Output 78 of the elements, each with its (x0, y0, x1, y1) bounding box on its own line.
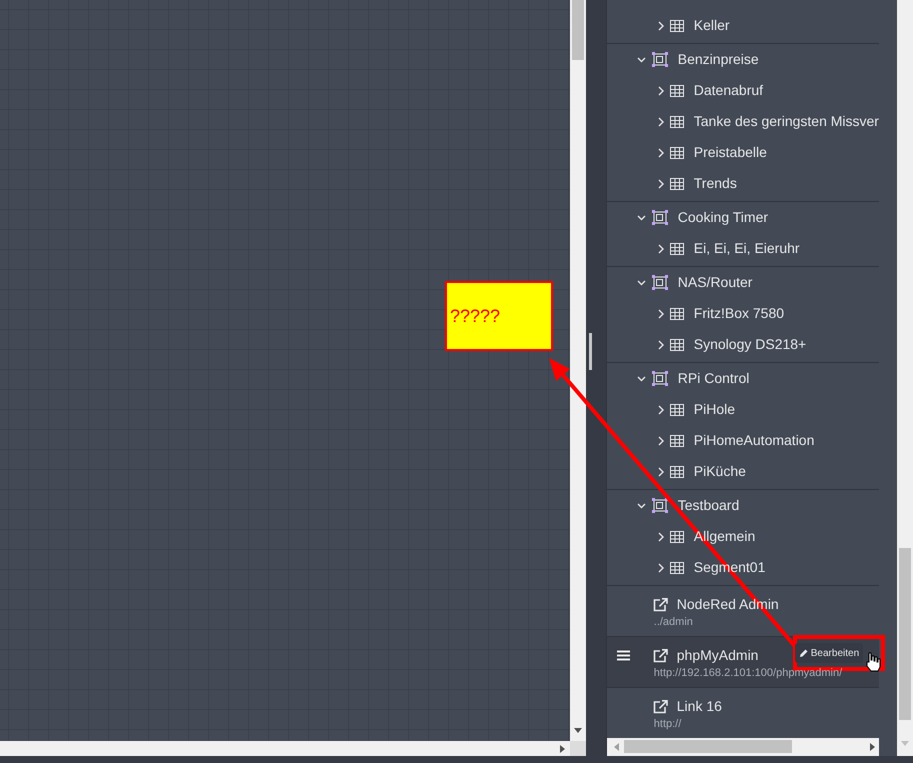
chevron-down-icon[interactable] (636, 280, 646, 286)
link-title[interactable]: phpMyAdmin (676, 645, 758, 666)
link-url: http://192.168.2.101:100/phpmyadmin/ (654, 666, 842, 681)
horizontal-scrollbar[interactable] (0, 741, 586, 756)
layers-icon (652, 371, 668, 386)
item-label[interactable]: Trends (694, 173, 737, 194)
table-icon (670, 466, 684, 478)
chevron-right-icon[interactable] (658, 436, 664, 446)
item-label[interactable]: PiKüche (694, 461, 746, 482)
scroll-corner (570, 741, 586, 756)
group-label[interactable]: Cooking Timer (678, 207, 768, 228)
horizontal-scrollbar[interactable] (606, 738, 879, 756)
group-label[interactable]: RPi Control (678, 368, 750, 389)
chevron-right-icon[interactable] (658, 148, 664, 158)
item-label[interactable]: PiHole (694, 399, 736, 420)
vertical-scrollbar[interactable] (897, 0, 913, 756)
layers-icon (652, 210, 668, 225)
table-icon (670, 242, 684, 254)
table-icon (670, 178, 684, 190)
table-icon (670, 146, 684, 158)
table-icon (670, 530, 684, 542)
external-link-icon (652, 648, 668, 662)
item-label[interactable]: Ei, Ei, Ei, Eieruhr (694, 238, 800, 259)
group-label[interactable]: Benzinpreise (678, 49, 759, 70)
scroll-thumb[interactable] (624, 740, 792, 753)
item-label[interactable]: Synology DS218+ (694, 334, 806, 355)
drag-handle-icon[interactable] (616, 650, 630, 661)
chevron-right-icon[interactable] (658, 178, 664, 188)
scroll-down-icon[interactable] (574, 728, 582, 733)
scroll-thumb[interactable] (572, 0, 584, 60)
table-icon (670, 116, 684, 128)
edit-button[interactable]: Bearbeiten (794, 643, 864, 663)
item-label[interactable]: Tanke des geringsten Missver (694, 111, 879, 132)
table-icon (670, 404, 684, 416)
hand-cursor-icon (866, 652, 880, 672)
chevron-right-icon[interactable] (658, 532, 664, 542)
chevron-right-icon[interactable] (658, 404, 664, 414)
link-row[interactable]: phpMyAdmin Bearbeiten http://192.168.2.101:100/phpmyadmin/ (606, 636, 879, 687)
link-url: http:// (654, 717, 682, 732)
chevron-down-icon[interactable] (636, 502, 646, 508)
splitter-handle[interactable] (589, 333, 592, 370)
layers-icon (652, 52, 668, 67)
table-icon (670, 84, 684, 96)
table-icon (670, 338, 684, 350)
chevron-right-icon[interactable] (658, 20, 664, 30)
chevron-right-icon[interactable] (658, 86, 664, 96)
scroll-right-icon[interactable] (560, 745, 565, 753)
item-label[interactable]: Fritz!Box 7580 (694, 303, 784, 324)
chevron-right-icon[interactable] (658, 116, 664, 126)
group-label[interactable]: NAS/Router (678, 272, 752, 293)
chevron-right-icon[interactable] (658, 466, 664, 476)
external-link-icon (652, 598, 668, 612)
scroll-right-icon[interactable] (870, 743, 875, 751)
link-url: ../admin (654, 615, 693, 630)
link-title[interactable]: Link 16 (676, 696, 722, 717)
chevron-right-icon[interactable] (658, 244, 664, 254)
item-label[interactable]: PiHomeAutomation (694, 430, 814, 451)
item-label[interactable]: Datenabruf (694, 80, 764, 101)
chevron-down-icon[interactable] (636, 376, 646, 382)
group-label[interactable]: Testboard (678, 495, 740, 516)
layers-icon (652, 498, 668, 513)
pencil-icon (798, 648, 808, 658)
layers-icon (652, 275, 668, 290)
table-icon (670, 308, 684, 320)
item-label[interactable]: Keller (694, 15, 730, 36)
chevron-right-icon[interactable] (658, 340, 664, 350)
table-icon (670, 20, 684, 32)
table-icon (670, 434, 684, 446)
external-link-icon (652, 700, 668, 714)
table-icon (670, 562, 684, 574)
chevron-down-icon[interactable] (636, 56, 646, 62)
item-label[interactable]: Preistabelle (694, 142, 767, 163)
chevron-right-icon[interactable] (658, 308, 664, 318)
scroll-thumb[interactable] (899, 548, 912, 720)
chevron-down-icon[interactable] (636, 214, 646, 220)
chevron-right-icon[interactable] (658, 562, 664, 572)
vertical-scrollbar[interactable] (570, 0, 586, 741)
sticky-note: ????? (445, 281, 553, 351)
